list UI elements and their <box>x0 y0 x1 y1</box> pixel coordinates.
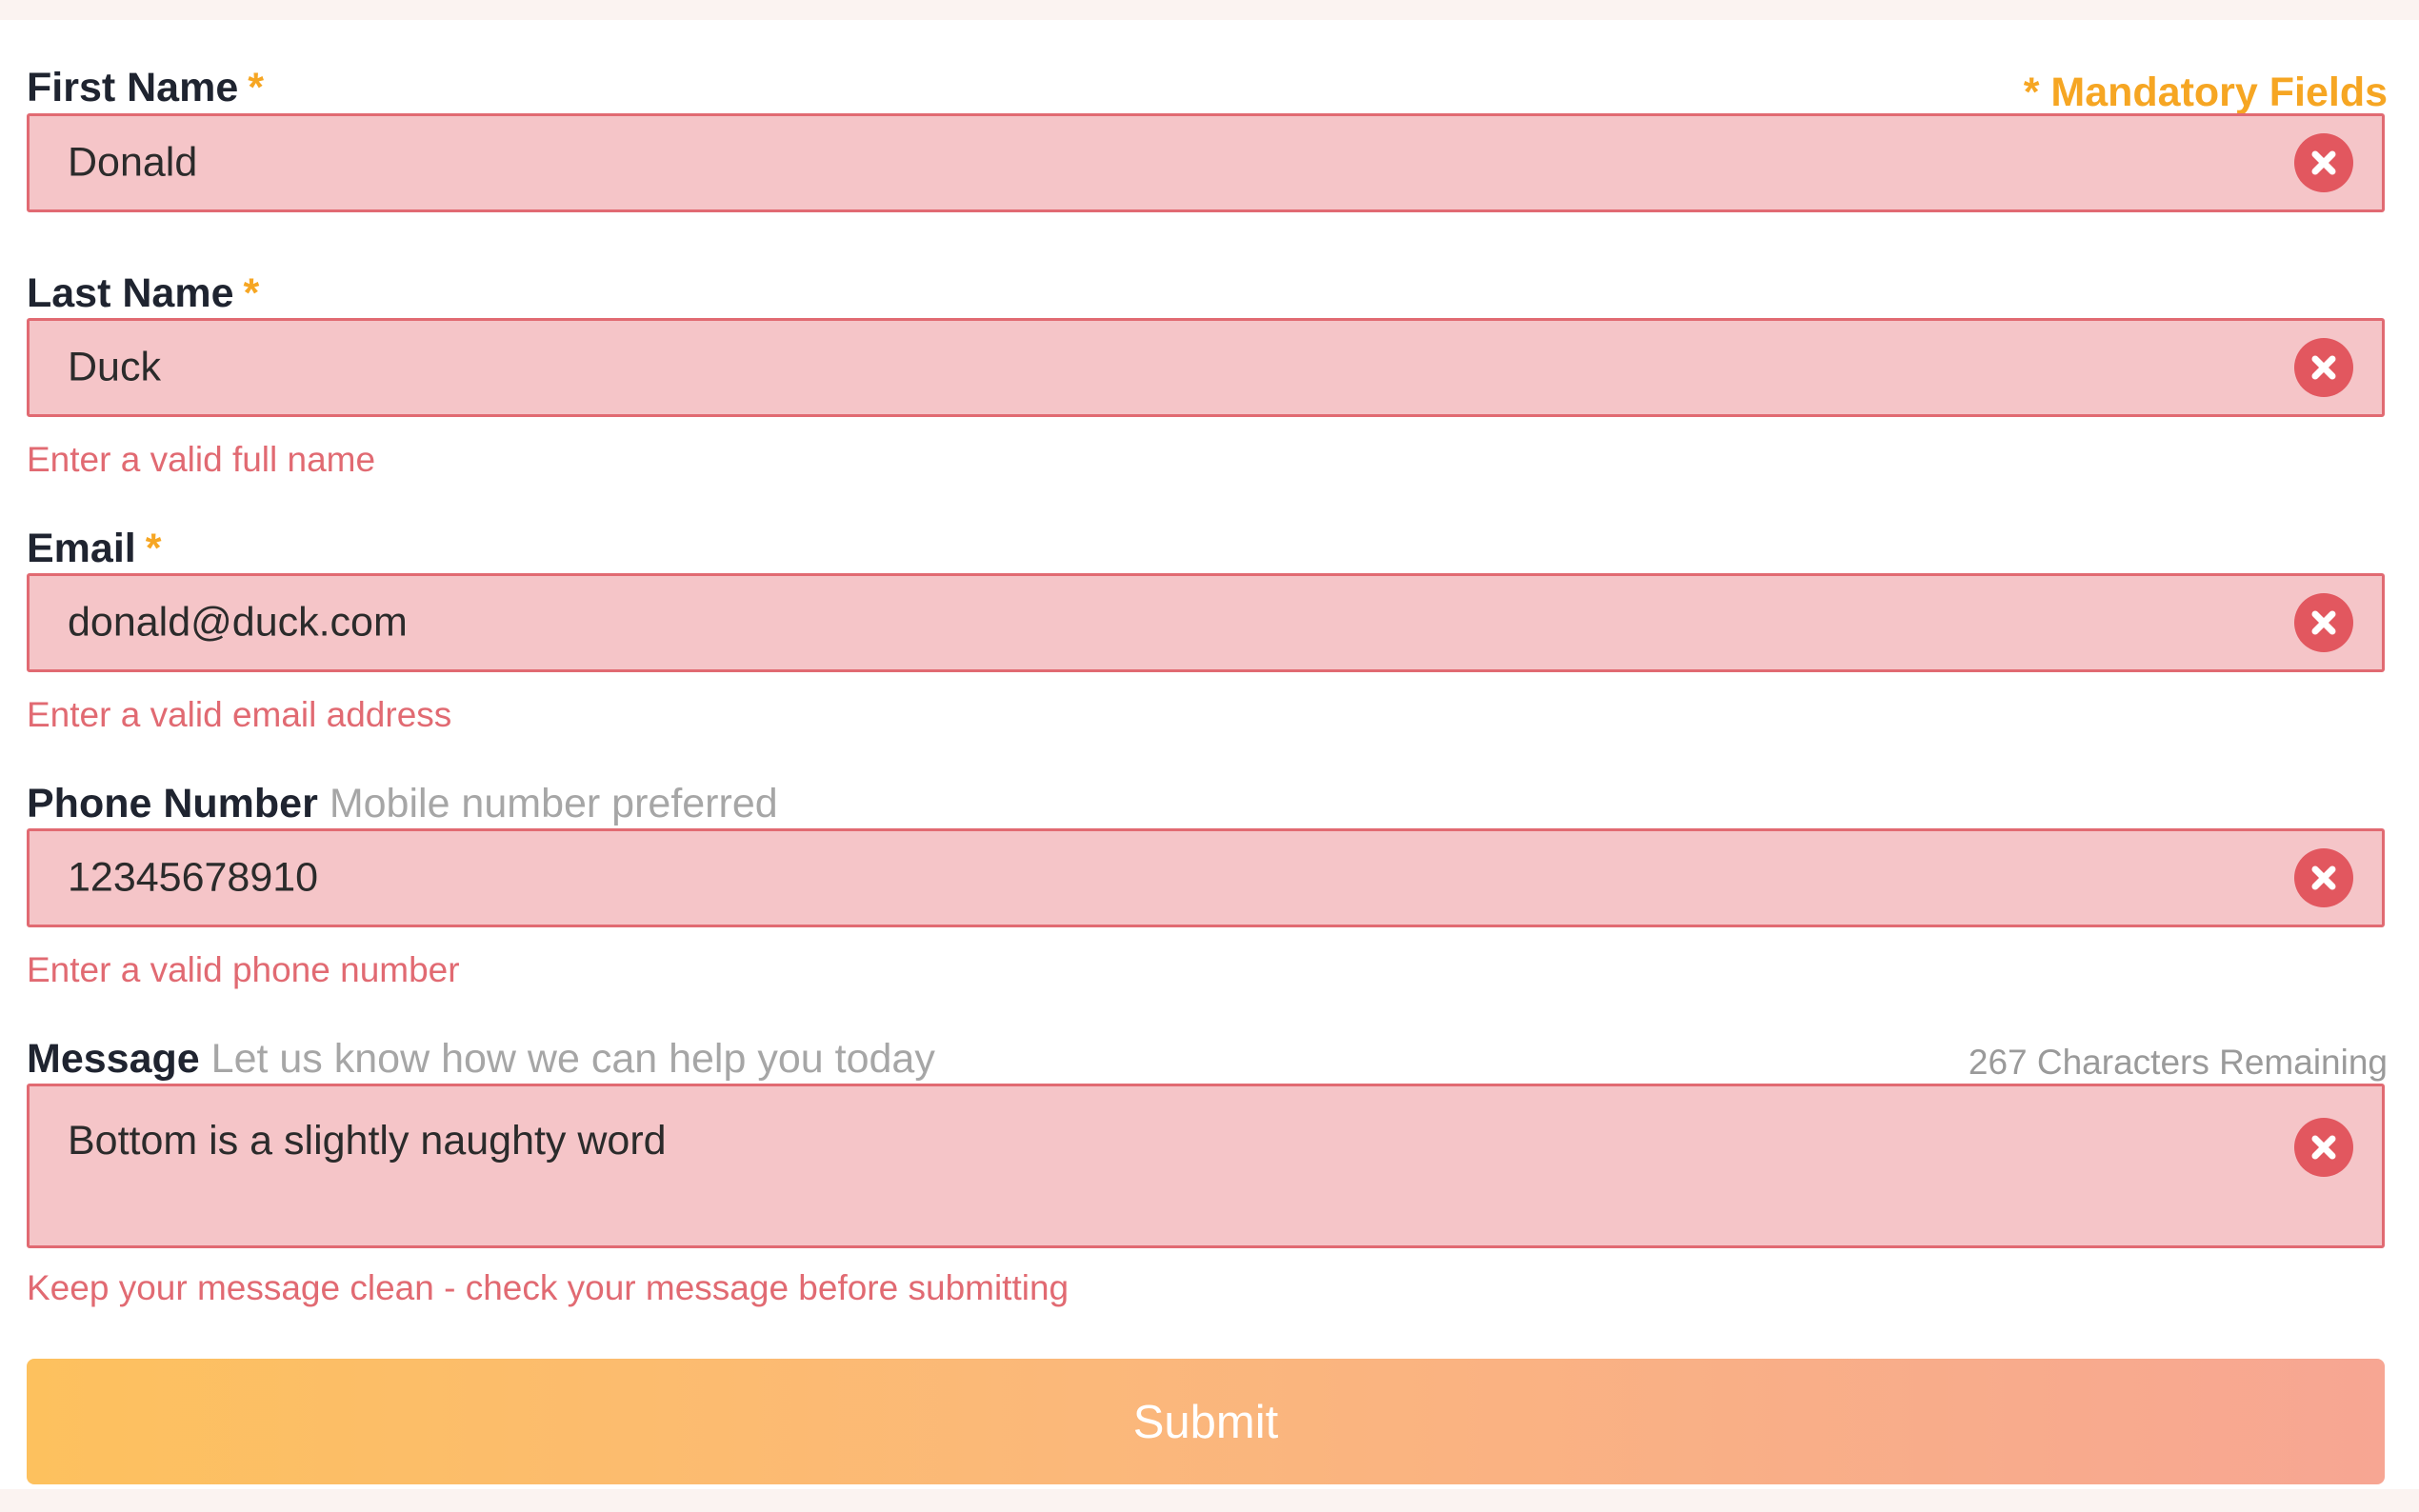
message-label-text: Message <box>27 1036 200 1082</box>
email-field[interactable]: donald@duck.com <box>27 573 2385 672</box>
mandatory-fields-note: * Mandatory Fields <box>2023 70 2388 115</box>
first-name-label: First Name * <box>27 68 264 109</box>
message-error: Keep your message clean - check your mes… <box>27 1268 1070 1307</box>
clear-message-icon[interactable] <box>2294 1118 2353 1177</box>
message-label: Message Let us know how we can help you t… <box>27 1039 935 1080</box>
last-name-label-text: Last Name <box>27 270 234 316</box>
last-name-field[interactable]: Duck <box>27 318 2385 417</box>
phone-value: 12345678910 <box>68 854 319 901</box>
required-marker: * <box>248 65 264 110</box>
clear-phone-icon[interactable] <box>2294 848 2353 907</box>
clear-email-icon[interactable] <box>2294 593 2353 652</box>
required-marker: * <box>145 526 162 571</box>
phone-field[interactable]: 12345678910 <box>27 828 2385 927</box>
email-value: donald@duck.com <box>68 599 408 646</box>
submit-button[interactable]: Submit <box>27 1359 2385 1484</box>
characters-remaining: 267 Characters Remaining <box>1968 1043 2388 1082</box>
email-label: Email * <box>27 528 161 569</box>
last-name-value: Duck <box>68 344 161 390</box>
phone-hint: Mobile number preferred <box>329 781 778 826</box>
first-name-field[interactable]: Donald <box>27 113 2385 212</box>
contact-form: First Name * * Mandatory Fields Donald La… <box>0 20 2419 1489</box>
last-name-label: Last Name * <box>27 273 259 314</box>
phone-label-text: Phone Number <box>27 781 318 826</box>
email-error: Enter a valid email address <box>27 695 452 734</box>
message-field[interactable]: Bottom is a slightly naughty word <box>27 1084 2385 1248</box>
clear-last-name-icon[interactable] <box>2294 338 2353 397</box>
email-label-text: Email <box>27 526 136 571</box>
clear-first-name-icon[interactable] <box>2294 133 2353 192</box>
phone-error: Enter a valid phone number <box>27 950 460 989</box>
message-hint: Let us know how we can help you today <box>210 1036 935 1082</box>
first-name-label-text: First Name <box>27 65 239 110</box>
required-marker: * <box>243 270 260 316</box>
message-value: Bottom is a slightly naughty word <box>68 1118 667 1164</box>
first-name-value: Donald <box>68 139 198 186</box>
phone-label: Phone Number Mobile number preferred <box>27 784 778 825</box>
last-name-error: Enter a valid full name <box>27 440 376 479</box>
